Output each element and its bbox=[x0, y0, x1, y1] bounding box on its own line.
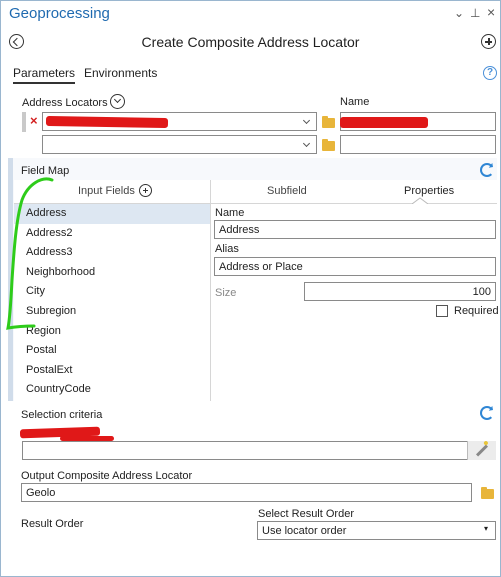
required-label: Required bbox=[454, 305, 499, 317]
input-fields-header: Input Fields bbox=[78, 185, 135, 197]
prop-name-label: Name bbox=[215, 207, 245, 219]
pin-icon[interactable]: ⊥ bbox=[470, 6, 480, 20]
prop-size-label: Size bbox=[215, 287, 237, 299]
prop-alias-input[interactable]: Address or Place bbox=[214, 257, 496, 276]
output-locator-label: Output Composite Address Locator bbox=[21, 470, 193, 482]
list-item[interactable]: Postal bbox=[14, 341, 210, 361]
row-selection-strip bbox=[22, 112, 26, 132]
prop-name-input[interactable]: Address bbox=[214, 220, 496, 239]
chevron-down-icon[interactable] bbox=[110, 94, 125, 109]
tool-title: Create Composite Address Locator bbox=[141, 34, 360, 50]
required-checkbox[interactable] bbox=[436, 305, 448, 317]
redaction-mark bbox=[340, 117, 428, 128]
add-icon[interactable] bbox=[481, 34, 496, 49]
tab-pointer-icon bbox=[412, 197, 428, 204]
add-field-icon[interactable] bbox=[139, 184, 152, 197]
selection-criteria-label: Selection criteria bbox=[21, 409, 103, 421]
pane-menu-icon[interactable]: ⌄ bbox=[454, 6, 464, 20]
help-icon[interactable]: ? bbox=[483, 66, 497, 80]
chevron-down-icon bbox=[302, 139, 311, 148]
chevron-down-icon bbox=[302, 116, 311, 125]
redaction-mark bbox=[45, 115, 169, 129]
selection-criteria-input[interactable] bbox=[22, 441, 496, 460]
result-order-label: Result Order bbox=[21, 518, 84, 530]
properties-tab[interactable]: Properties bbox=[404, 185, 454, 197]
magic-wand-icon bbox=[475, 444, 489, 457]
title-bar: Geoprocessing ⌄ ⊥ × bbox=[0, 0, 501, 28]
select-result-order-label: Select Result Order bbox=[258, 508, 354, 520]
folder-icon[interactable] bbox=[322, 139, 335, 151]
sql-builder-button[interactable] bbox=[467, 441, 496, 460]
tab-environments[interactable]: Environments bbox=[84, 66, 157, 80]
refresh-icon[interactable] bbox=[480, 163, 494, 177]
prop-size-input[interactable]: 100 bbox=[304, 282, 496, 301]
address-locators-label: Address Locators bbox=[22, 97, 108, 109]
dropdown-arrow-icon: ▾ bbox=[484, 524, 489, 533]
folder-icon[interactable] bbox=[481, 487, 494, 499]
folder-icon[interactable] bbox=[322, 116, 335, 128]
locator-name-input-2[interactable] bbox=[340, 135, 496, 154]
result-order-value: Use locator order bbox=[262, 525, 347, 537]
close-icon[interactable]: × bbox=[487, 4, 495, 20]
annotation-stroke bbox=[6, 177, 54, 330]
name-label: Name bbox=[340, 96, 370, 108]
pane-title: Geoprocessing bbox=[9, 5, 110, 22]
list-item[interactable]: CountryCode bbox=[14, 380, 210, 400]
tab-parameters[interactable]: Parameters bbox=[13, 66, 76, 84]
prop-alias-label: Alias bbox=[215, 243, 239, 255]
result-order-select[interactable]: Use locator order ▾ bbox=[257, 521, 496, 540]
output-locator-input[interactable]: Geolo bbox=[21, 483, 472, 502]
address-locator-input-2[interactable] bbox=[42, 135, 317, 154]
properties-panel: Name Address Alias Address or Place Size… bbox=[211, 204, 499, 401]
refresh-icon[interactable] bbox=[480, 406, 494, 420]
remove-row-icon[interactable]: × bbox=[30, 113, 38, 128]
subfield-tab[interactable]: Subfield bbox=[267, 185, 307, 197]
list-item[interactable]: PostalExt bbox=[14, 361, 210, 381]
